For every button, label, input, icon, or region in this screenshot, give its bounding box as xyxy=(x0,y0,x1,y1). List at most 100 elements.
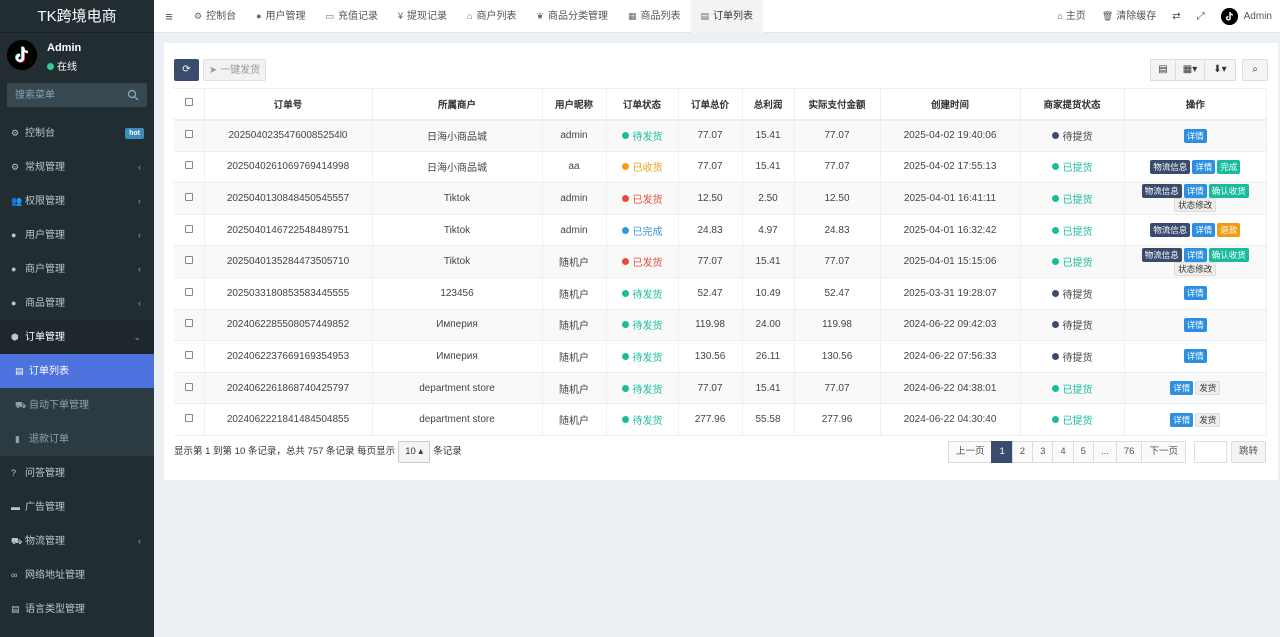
page-button[interactable]: 5 xyxy=(1072,441,1094,463)
select-all-checkbox[interactable] xyxy=(184,98,193,107)
action-button[interactable]: 详情 xyxy=(1183,349,1207,364)
cell-shop: Империя xyxy=(372,309,543,342)
pickup-text: 已提货 xyxy=(1062,194,1093,206)
cell-shop: Tiktok xyxy=(372,182,543,215)
sidebar-item-3[interactable]: 👥 权限管理 ‹ xyxy=(0,184,154,218)
action-button[interactable]: 详情 xyxy=(1183,286,1207,301)
tab-2[interactable]: ● 用户管理 xyxy=(246,0,315,33)
batch-ship-button[interactable]: ➤ 一键发货 xyxy=(203,59,266,81)
action-button[interactable]: 详情 xyxy=(1192,223,1216,238)
sidebar-item-4[interactable]: ∞ 网络地址管理 xyxy=(0,558,154,592)
sidebar-item-1[interactable]: ⚙ 控制台 hot xyxy=(0,116,154,150)
submenu-item-3[interactable]: ▮ 退款订单 xyxy=(0,422,154,456)
row-checkbox[interactable] xyxy=(184,224,193,233)
action-button[interactable]: 发货 xyxy=(1195,412,1221,427)
pickup-badge: 已提货 xyxy=(1051,381,1093,396)
menu-search-input[interactable] xyxy=(7,83,122,107)
tab-8[interactable]: ▤ 订单列表 xyxy=(690,0,764,33)
pickup-dot-icon xyxy=(1051,226,1059,234)
sidebar-item-4[interactable]: ● 用户管理 ‹ xyxy=(0,218,154,252)
tab-1[interactable]: ⚙ 控制台 xyxy=(184,0,246,33)
cell-shop: 123456 xyxy=(372,277,543,310)
action-button[interactable]: 详情 xyxy=(1183,247,1207,262)
page-jump-input[interactable] xyxy=(1193,441,1227,463)
tab-4[interactable]: ¥ 提现记录 xyxy=(388,0,457,33)
row-checkbox[interactable] xyxy=(184,130,193,139)
toggle-view-icon[interactable]: ▤ xyxy=(1150,59,1176,81)
row-checkbox[interactable] xyxy=(184,350,193,359)
admin-menu[interactable]: Admin xyxy=(1213,0,1280,33)
row-checkbox[interactable] xyxy=(184,414,193,423)
row-checkbox[interactable] xyxy=(184,256,193,265)
tab-7[interactable]: ▦ 商品列表 xyxy=(618,0,691,33)
action-button[interactable]: 物流信息 xyxy=(1150,159,1191,174)
page-button[interactable]: 1 xyxy=(991,441,1013,463)
record-summary: 显示第 1 到第 10 条记录，总共 757 条记录 每页显示 xyxy=(174,446,396,457)
cell-paid: 119.98 xyxy=(794,309,881,342)
action-button[interactable]: 退款 xyxy=(1217,223,1241,238)
tab-3[interactable]: ▭ 充值记录 xyxy=(316,0,389,33)
sidebar-item-3[interactable]: ⛟ 物流管理 ‹ xyxy=(0,524,154,558)
sidebar-item-5[interactable]: ● 商户管理 ‹ xyxy=(0,252,154,286)
search-table-icon[interactable]: ⌕ xyxy=(1242,59,1268,81)
action-button[interactable]: 详情 xyxy=(1170,412,1194,427)
sidebar-item-5[interactable]: ▤ 语言类型管理 xyxy=(0,592,154,626)
columns-icon[interactable]: ▦▾ xyxy=(1175,59,1205,81)
row-checkbox[interactable] xyxy=(184,319,193,328)
pickup-dot-icon xyxy=(1051,352,1059,360)
action-button[interactable]: 物流信息 xyxy=(1141,184,1182,199)
home-link[interactable]: ⌂ 主页 xyxy=(1049,0,1093,33)
page-size-select[interactable]: 10 ▴ xyxy=(398,441,431,463)
row-checkbox[interactable] xyxy=(184,287,193,296)
action-button[interactable]: 完成 xyxy=(1217,159,1241,174)
refresh-button[interactable]: ⟳ xyxy=(174,59,199,81)
action-button[interactable]: 状态修改 xyxy=(1174,261,1217,276)
clear-cache-button[interactable]: 🗑 清除缓存 xyxy=(1094,0,1164,33)
cell-status: 待发货 xyxy=(606,277,679,310)
cogs-icon: ⚙ xyxy=(11,162,20,172)
action-button[interactable]: 详情 xyxy=(1183,128,1207,143)
pickup-text: 待提货 xyxy=(1062,132,1093,144)
sidebar-item-2[interactable]: ▬ 广告管理 xyxy=(0,490,154,524)
language-switch-icon[interactable]: ⇄ xyxy=(1164,0,1188,33)
sidebar-item-1[interactable]: ? 问答管理 xyxy=(0,456,154,490)
page-button[interactable]: 2 xyxy=(1011,441,1034,463)
search-icon[interactable] xyxy=(127,89,139,101)
action-button[interactable]: 物流信息 xyxy=(1150,223,1191,238)
action-button[interactable]: 详情 xyxy=(1183,184,1207,199)
fullscreen-icon[interactable]: ⤢ xyxy=(1189,0,1213,33)
row-checkbox[interactable] xyxy=(184,382,193,391)
sidebar-item-6[interactable]: ● 商品管理 ‹ xyxy=(0,286,154,320)
action-button[interactable]: 发货 xyxy=(1195,381,1221,396)
brand-title[interactable]: TK跨境电商 xyxy=(0,0,154,33)
export-icon[interactable]: ⬇▾ xyxy=(1204,59,1236,81)
sidebar-item-7[interactable]: ⬢ 订单管理 ⌄ xyxy=(0,320,154,354)
action-button[interactable]: 物流信息 xyxy=(1141,247,1182,262)
submenu-item-2[interactable]: ⛟ 自动下单管理 xyxy=(0,388,154,422)
page-jump-button[interactable]: 跳转 xyxy=(1230,441,1266,463)
action-button[interactable]: 详情 xyxy=(1170,381,1194,396)
action-button[interactable]: 状态修改 xyxy=(1174,198,1217,213)
next-page-button[interactable]: 下一页 xyxy=(1141,441,1186,463)
menu-toggle-icon[interactable]: ≡ xyxy=(154,0,184,33)
sidebar-item-2[interactable]: ⚙ 常规管理 ‹ xyxy=(0,150,154,184)
row-checkbox[interactable] xyxy=(184,192,193,201)
page-button[interactable]: 3 xyxy=(1032,441,1054,463)
cell-profit: 24.00 xyxy=(742,309,795,342)
tab-6[interactable]: ❦ 商品分类管理 xyxy=(526,0,618,33)
row-checkbox[interactable] xyxy=(184,161,193,170)
action-button[interactable]: 确认收货 xyxy=(1208,247,1249,262)
page-button[interactable]: 76 xyxy=(1115,441,1143,463)
cell-shop: 日海小商品城 xyxy=(372,151,543,184)
status-badge: 待发货 xyxy=(621,349,663,364)
prev-page-button[interactable]: 上一页 xyxy=(947,441,993,463)
page-button[interactable]: 4 xyxy=(1052,441,1074,463)
status-dot-icon xyxy=(621,163,629,171)
pickup-text: 已提货 xyxy=(1062,226,1093,238)
action-button[interactable]: 确认收货 xyxy=(1208,184,1249,199)
action-button[interactable]: 详情 xyxy=(1192,159,1216,174)
action-button[interactable]: 详情 xyxy=(1183,317,1207,332)
tab-5[interactable]: ⌂ 商户列表 xyxy=(457,0,526,33)
nav-tabs: ≡ ⚙ 控制台 ● 用户管理 ▭ 充值记录 ¥ 提现记录 ⌂ 商户列表 ❦ 商品分类管理 ▦ 商品列表 ▤ 订… xyxy=(154,0,764,33)
submenu-item-1[interactable]: ▤ 订单列表 xyxy=(0,354,154,388)
